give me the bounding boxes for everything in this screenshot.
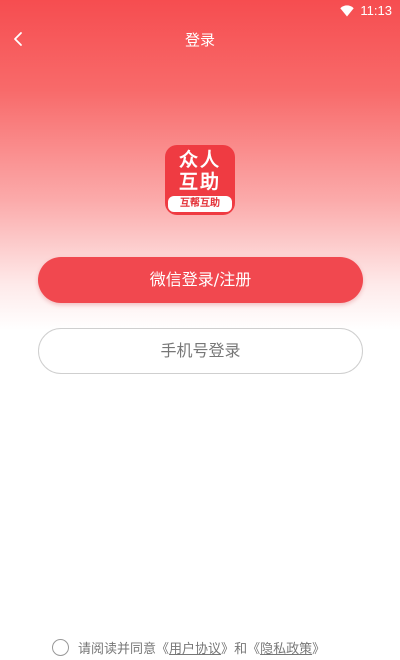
logo-tagline: 互帮互助 xyxy=(168,196,232,212)
quote-close-1: 》 xyxy=(221,641,235,657)
status-time: 11:13 xyxy=(360,3,392,18)
logo-title: 众人 互助 xyxy=(165,149,235,193)
quote-open-1: 《 xyxy=(156,641,170,657)
wifi-icon xyxy=(340,5,354,17)
privacy-policy-link[interactable]: 隐私政策 xyxy=(260,638,312,657)
user-agreement-link[interactable]: 用户协议 xyxy=(169,638,221,657)
app-logo: 众人 互助 互帮互助 xyxy=(165,145,235,215)
agreement-prefix: 请阅读并同意 xyxy=(78,641,157,657)
agreement-conjunction: 和 xyxy=(234,641,248,657)
phone-login-button[interactable]: 手机号登录 xyxy=(38,328,363,374)
quote-close-2: 》 xyxy=(312,641,326,657)
agreement-row: 请阅读并同意 《 用户协议 》 和 《 隐私政策 》 xyxy=(52,637,325,657)
header: 登录 xyxy=(0,22,400,58)
wechat-login-button[interactable]: 微信登录/注册 xyxy=(38,257,363,303)
logo-line-2: 互助 xyxy=(178,171,221,193)
status-bar: 11:13 xyxy=(0,0,400,22)
page-title: 登录 xyxy=(184,31,215,49)
logo-line-1: 众人 xyxy=(178,149,221,171)
quote-open-2: 《 xyxy=(247,641,261,657)
agree-checkbox[interactable] xyxy=(52,638,69,656)
